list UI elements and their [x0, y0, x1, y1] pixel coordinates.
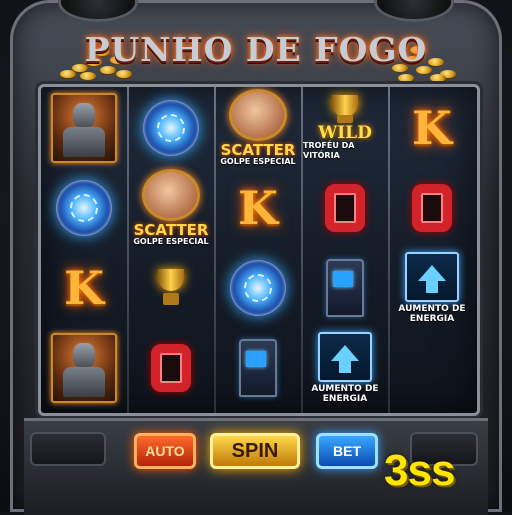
wild-sublabel: TROFÉU DA VITÓRIA [303, 141, 355, 160]
auto-button[interactable]: AUTO [134, 433, 196, 469]
arcade-cabinet-icon [326, 259, 364, 317]
reel-symbol [216, 329, 300, 407]
scatter-sublabel: GOLPE ESPECIAL [220, 157, 296, 166]
letter-o-icon [151, 344, 191, 392]
fist-icon [229, 89, 287, 141]
reel-symbol: SCATTER GOLPE ESPECIAL [129, 169, 213, 247]
lightning-orb-icon [143, 100, 199, 156]
reel-window: K SCATTER GOLPE ESPECIAL SCATTER GOLPE ESPEC… [38, 84, 480, 416]
boost-label: AUMENTO DE ENERGIA [398, 304, 466, 324]
trophy-icon [154, 269, 188, 307]
arcade-cabinet-icon [239, 339, 277, 397]
letter-k-symbol: K [64, 261, 104, 315]
reel-symbol: K [216, 169, 300, 247]
boost-label: AUMENTO DE ENERGIA [311, 384, 379, 404]
brand-logo: 3ss [384, 446, 455, 495]
reel-symbol: AUMENTO DE ENERGIA [303, 329, 387, 407]
reel-symbol [42, 169, 126, 247]
reel-symbol [129, 89, 213, 167]
reel-symbol: AUMENTO DE ENERGIA [390, 249, 474, 327]
arrow-up-icon [418, 265, 446, 293]
fist-icon [142, 169, 200, 221]
letter-k-symbol: K [238, 181, 278, 235]
reel-symbol [216, 249, 300, 327]
spin-button[interactable]: SPIN [210, 433, 300, 469]
letter-o-icon [412, 184, 452, 232]
wild-label: WILD [318, 123, 372, 143]
energy-boost-box [318, 332, 372, 382]
reel-symbol [129, 249, 213, 327]
reel-symbol: SCATTER GOLPE ESPECIAL [216, 89, 300, 167]
side-pad-left [30, 432, 106, 466]
speaker-right-icon [374, 0, 454, 22]
reel-symbol [42, 329, 126, 407]
game-title: PUNHO DE FOGO [84, 30, 428, 69]
reel-symbol [129, 329, 213, 407]
armored-fighter-icon [51, 93, 117, 163]
reel-symbol [42, 89, 126, 167]
reel-symbol: K [390, 89, 474, 167]
lightning-orb-icon [230, 260, 286, 316]
letter-o-icon [325, 184, 365, 232]
scatter-label: SCATTER [220, 141, 296, 159]
speaker-left-icon [58, 0, 138, 22]
arrow-up-icon [331, 345, 359, 373]
scatter-label: SCATTER [133, 221, 209, 239]
reel-symbol: WILD TROFÉU DA VITÓRIA [303, 89, 387, 167]
scatter-sublabel: GOLPE ESPECIAL [133, 237, 209, 246]
reel-symbol [303, 249, 387, 327]
energy-boost-box [405, 252, 459, 302]
reel-symbol: K [42, 249, 126, 327]
letter-k-symbol: K [412, 101, 452, 155]
armored-fighter-icon [51, 333, 117, 403]
reel-symbol [390, 169, 474, 247]
reel-symbol [303, 169, 387, 247]
trophy-icon [328, 95, 362, 125]
bet-button[interactable]: BET [316, 433, 378, 469]
lightning-orb-icon [56, 180, 112, 236]
